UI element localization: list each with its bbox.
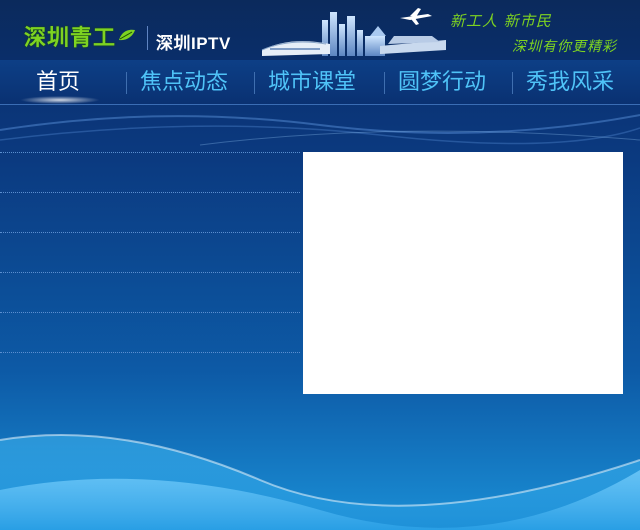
nav-item-show-style[interactable]: 秀我风采	[526, 68, 614, 98]
nav-item-city-classroom[interactable]: 城市课堂	[268, 68, 356, 98]
nav-item-focus-news[interactable]: 焦点动态	[140, 68, 228, 98]
leaf-icon	[119, 29, 135, 41]
list-row-divider	[0, 192, 300, 193]
logo-divider	[147, 26, 148, 50]
list-row-divider	[0, 232, 300, 233]
nav-divider	[384, 72, 385, 94]
decorative-wave-top	[0, 114, 640, 146]
list-row-divider	[0, 352, 300, 353]
list-row-divider	[0, 152, 300, 153]
slogan-line-1: 新工人 新市民	[450, 12, 552, 30]
slogan-line-2: 深圳有你更精彩	[512, 39, 617, 55]
video-player-area[interactable]	[303, 152, 623, 394]
nav-divider	[254, 72, 255, 94]
city-skyline-illustration	[261, 8, 446, 56]
nav-item-home[interactable]: 首页	[36, 68, 80, 98]
brand-label: 深圳IPTV	[156, 34, 231, 53]
nav-item-dream-action[interactable]: 圆梦行动	[398, 68, 486, 98]
nav-divider	[512, 72, 513, 94]
logo-text: 深圳青工	[24, 25, 117, 51]
decorative-wave-bottom	[0, 434, 640, 530]
nav-divider	[126, 72, 127, 94]
header-banner: 深圳青工 深圳IPTV 新工人 新市民 深圳有你更精彩	[0, 0, 640, 61]
list-row-divider	[0, 312, 300, 313]
list-row-divider	[0, 272, 300, 273]
